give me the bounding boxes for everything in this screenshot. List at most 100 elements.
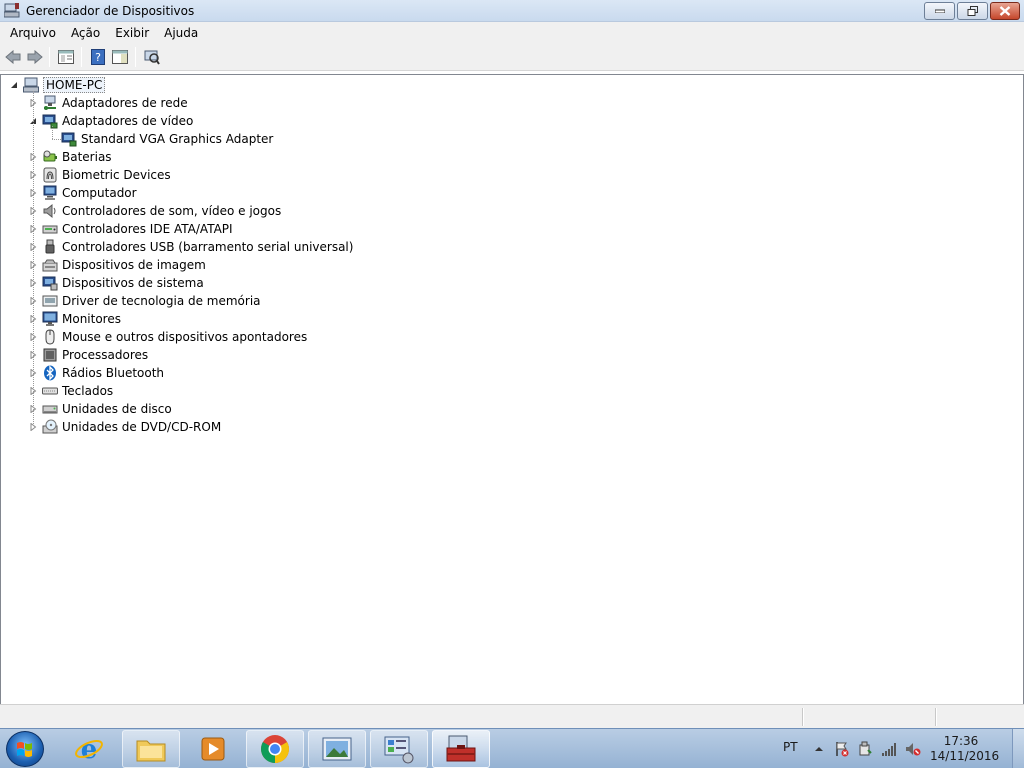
start-button[interactable] (6, 731, 44, 767)
fingerprint-icon (43, 167, 57, 183)
keyboard-icon (42, 387, 58, 395)
taskbar-internet-explorer[interactable]: e (60, 730, 118, 768)
clock[interactable]: 17:36 14/11/2016 (930, 734, 1000, 764)
ide-controller-icon (42, 225, 58, 234)
tree-category[interactable]: Controladores USB (barramento serial uni… (28, 238, 353, 256)
tree-category[interactable]: Processadores (28, 346, 148, 364)
menu-ajuda[interactable]: Ajuda (158, 26, 204, 40)
memory-icon (42, 295, 58, 307)
safely-remove-hardware-icon[interactable] (857, 741, 873, 757)
status-separator (802, 708, 804, 726)
speaker-icon (43, 203, 56, 219)
tree-root[interactable]: HOME-PC (9, 76, 106, 94)
restore-icon (967, 6, 978, 16)
tree-category-label: Controladores IDE ATA/ATAPI (62, 222, 233, 236)
tree-category-label: Rádios Bluetooth (62, 366, 165, 380)
forward-button[interactable] (26, 48, 44, 66)
clock-date: 14/11/2016 (930, 749, 1000, 763)
tree-category[interactable]: Monitores (28, 310, 121, 328)
properties-view-button[interactable] (57, 48, 75, 66)
taskbar-control-panel[interactable] (370, 730, 428, 768)
title-bar: Gerenciador de Dispositivos (0, 0, 1024, 22)
tree-category-label: Controladores de som, vídeo e jogos (62, 204, 282, 218)
taskbar-file-explorer[interactable] (122, 730, 180, 768)
menu-exibir[interactable]: Exibir (109, 26, 155, 40)
battery-icon (43, 150, 57, 162)
language-indicator[interactable]: PT (783, 740, 798, 754)
svg-text:?: ? (95, 51, 101, 64)
tree-category[interactable]: Dispositivos de sistema (28, 274, 204, 292)
taskbar-photo-viewer[interactable] (308, 730, 366, 768)
menu-acao[interactable]: Ação (65, 26, 106, 40)
tree-category-label: Driver de tecnologia de memória (62, 294, 261, 308)
tree-category[interactable]: Baterias (28, 148, 112, 166)
tree-category-label: Unidades de DVD/CD-ROM (62, 420, 222, 434)
tree-category[interactable]: Dispositivos de imagem (28, 256, 206, 274)
device-manager-icon (446, 735, 476, 762)
tree-device[interactable]: Standard VGA Graphics Adapter (47, 130, 273, 148)
system-device-icon (42, 276, 58, 291)
computer-icon (43, 185, 57, 200)
tree-category[interactable]: Driver de tecnologia de memória (28, 292, 261, 310)
minimize-button[interactable] (924, 2, 955, 20)
help-button[interactable]: ? (89, 48, 107, 66)
taskbar-device-manager[interactable] (432, 730, 490, 768)
svg-text:e: e (81, 735, 98, 764)
clock-time: 17:36 (943, 734, 979, 748)
display-adapter-icon (42, 114, 58, 129)
internet-explorer-icon: e (75, 735, 103, 764)
display-adapter-icon (61, 132, 77, 147)
tree-category[interactable]: Unidades de disco (28, 400, 172, 418)
status-bar (0, 704, 1024, 728)
tree-category[interactable]: Rádios Bluetooth (28, 364, 164, 382)
tree-category[interactable]: Controladores IDE ATA/ATAPI (28, 220, 233, 238)
close-icon (999, 6, 1011, 16)
tree-category[interactable]: Adaptadores de rede (28, 94, 188, 112)
back-button[interactable] (4, 48, 22, 66)
tree-connector (52, 126, 53, 139)
dvd-drive-icon (42, 419, 58, 434)
show-desktop-button[interactable] (1012, 729, 1024, 768)
control-panel-icon (384, 736, 414, 764)
computer-icon (23, 77, 39, 93)
forward-icon (27, 50, 43, 64)
volume-muted-icon[interactable] (905, 741, 921, 757)
help-icon: ? (91, 49, 105, 65)
tree-category[interactable]: Unidades de DVD/CD-ROM (28, 418, 221, 436)
tree-connector (52, 139, 62, 140)
collapse-arrow-icon[interactable] (9, 80, 19, 90)
tree-category[interactable]: Computador (28, 184, 137, 202)
processor-icon (43, 348, 57, 362)
show-hidden-icons-icon[interactable] (811, 741, 827, 757)
tree-category-label: Teclados (62, 384, 114, 398)
panel-button[interactable] (111, 48, 129, 66)
usb-icon (45, 239, 55, 254)
tree-category-label: Unidades de disco (62, 402, 172, 416)
computer-name: HOME-PC (43, 77, 106, 93)
restore-button[interactable] (957, 2, 988, 20)
tree-category-label: Dispositivos de imagem (62, 258, 206, 272)
chrome-icon (261, 735, 289, 763)
taskbar-media-player[interactable] (184, 730, 242, 768)
tree-category-label: Dispositivos de sistema (62, 276, 204, 290)
tree-device-label: Standard VGA Graphics Adapter (81, 132, 274, 146)
tree-category[interactable]: Controladores de som, vídeo e jogos (28, 202, 281, 220)
scan-hardware-button[interactable] (143, 48, 161, 66)
tree-category-label: Monitores (62, 312, 121, 326)
device-tree[interactable]: HOME-PC Adaptadores de rede Adaptadores d… (0, 74, 1024, 704)
back-icon (5, 50, 21, 64)
tree-category[interactable]: Mouse e outros dispositivos apontadores (28, 328, 307, 346)
close-button[interactable] (990, 2, 1020, 20)
menu-bar: Arquivo Ação Exibir Ajuda (0, 22, 1024, 43)
tree-category[interactable]: Teclados (28, 382, 113, 400)
action-center-icon[interactable] (834, 741, 850, 757)
panel-icon (112, 50, 128, 64)
network-adapter-icon (44, 95, 56, 110)
mouse-icon (45, 329, 55, 345)
toolbar-separator (49, 47, 50, 67)
tree-category-label: Biometric Devices (62, 168, 171, 182)
network-signal-icon[interactable] (881, 741, 897, 757)
tree-category[interactable]: Biometric Devices (28, 166, 171, 184)
menu-arquivo[interactable]: Arquivo (4, 26, 62, 40)
taskbar-chrome[interactable] (246, 730, 304, 768)
